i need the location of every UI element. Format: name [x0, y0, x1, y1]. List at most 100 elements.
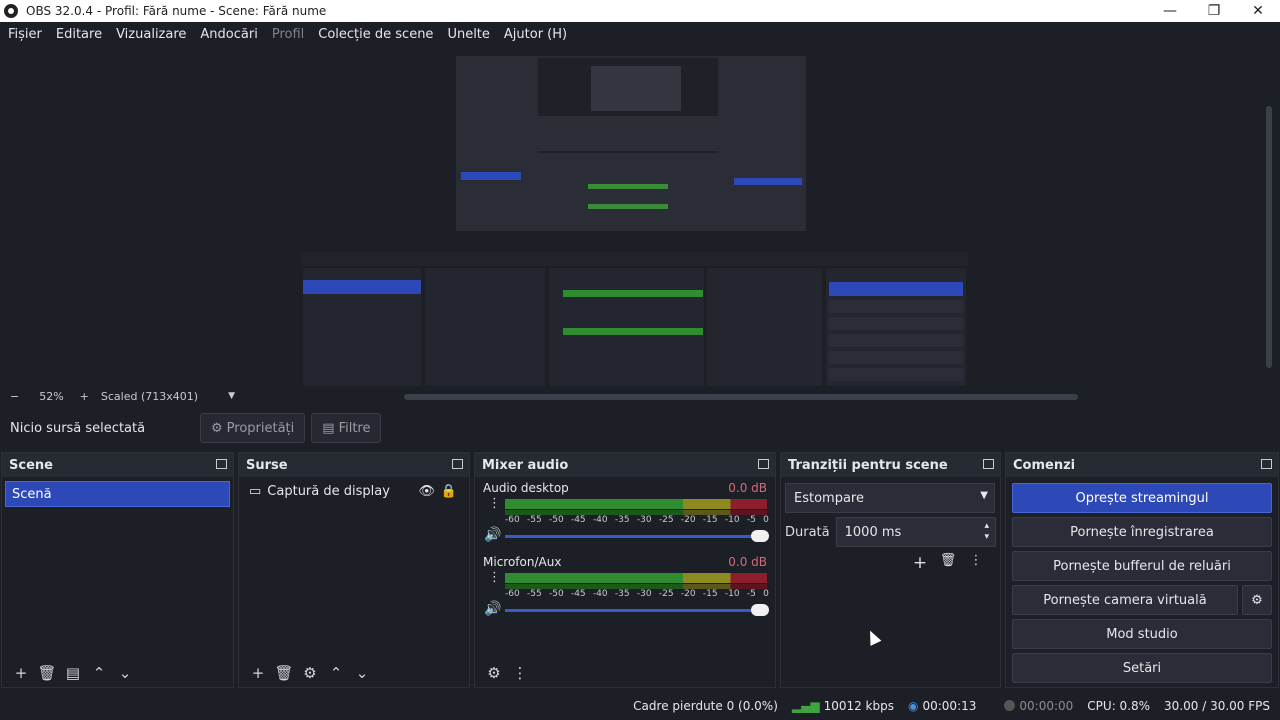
- menu-tools[interactable]: Unelte: [447, 27, 489, 42]
- undock-icon[interactable]: [216, 459, 227, 469]
- preview-canvas[interactable]: [301, 46, 968, 388]
- remove-source-icon[interactable]: 🗑: [271, 664, 297, 682]
- preview-horizontal-scrollbar[interactable]: [404, 394, 1078, 400]
- transition-menu-icon[interactable]: ⋮: [962, 553, 990, 573]
- virtual-camera-settings-button[interactable]: ⚙: [1242, 585, 1272, 615]
- menu-file[interactable]: Fișier: [8, 27, 42, 42]
- menu-docks[interactable]: Andocări: [200, 27, 257, 42]
- kebab-menu-icon[interactable]: ⋮: [488, 571, 501, 584]
- volume-slider[interactable]: [505, 604, 769, 616]
- undock-icon[interactable]: [983, 459, 994, 469]
- studio-mode-button[interactable]: Mod studio: [1012, 619, 1272, 649]
- zoom-in-button[interactable]: +: [80, 390, 89, 403]
- speaker-icon[interactable]: 🔊: [484, 601, 501, 617]
- chevron-down-icon: ▼: [980, 490, 988, 501]
- volume-slider[interactable]: [505, 530, 769, 542]
- signal-bars-icon: ▂▄▆: [791, 699, 820, 713]
- gear-icon: ⚙: [1251, 592, 1263, 608]
- scale-dropdown-icon[interactable]: ▼: [228, 391, 235, 401]
- source-item-label: Captură de display: [267, 483, 390, 499]
- status-bar: Cadre pierdute 0 (0.0%) ▂▄▆ 10012 kbps ◉…: [0, 692, 1280, 720]
- preview-vertical-scrollbar[interactable]: [1266, 106, 1272, 368]
- volume-meter: [505, 499, 767, 509]
- sources-dock-title: Surse: [246, 457, 288, 473]
- meter-ticks: -60 -55 -50 -45 -40 -35 -30 -25 -20 -15 -10 -5 0: [505, 589, 769, 599]
- duration-spinbox[interactable]: 1000 ms ▴ ▾: [835, 517, 996, 547]
- add-source-icon[interactable]: +: [245, 664, 271, 682]
- mixer-dock-title: Mixer audio: [482, 457, 569, 473]
- mouse-cursor: [864, 628, 882, 646]
- lock-icon[interactable]: 🔒: [441, 484, 457, 499]
- menu-profile[interactable]: Profil: [272, 27, 304, 42]
- mixer-channel: Audio desktop 0.0 dB ⋮ -60 -55 -50 -45 -40 -3…: [475, 477, 775, 551]
- mixer-menu-icon[interactable]: ⋮: [507, 664, 533, 682]
- recursive-preview-image: [301, 46, 968, 388]
- move-up-icon[interactable]: ⌃: [323, 664, 349, 682]
- volume-meter: [505, 573, 767, 583]
- scenes-dock-title: Scene: [9, 457, 53, 473]
- remove-scene-icon[interactable]: 🗑: [34, 664, 60, 682]
- channel-name: Microfon/Aux: [483, 555, 562, 569]
- zoom-value: 52%: [39, 389, 64, 403]
- source-properties-icon[interactable]: ⚙: [297, 664, 323, 682]
- filters-button[interactable]: ▤ Filtre: [311, 413, 382, 443]
- sources-list: ▭ Captură de display 👁 🔒: [239, 477, 469, 659]
- sources-dock-header: Surse: [239, 453, 469, 477]
- stop-streaming-button[interactable]: Oprește streamingul: [1012, 483, 1272, 513]
- filters-label: Filtre: [338, 420, 371, 436]
- menu-help[interactable]: Ajutor (H): [504, 27, 567, 42]
- settings-button[interactable]: Setări: [1012, 653, 1272, 683]
- controls-dock: Comenzi Oprește streamingul Pornește înr…: [1005, 452, 1279, 688]
- scene-item[interactable]: Scenă: [5, 481, 230, 507]
- transition-controls: Estompare ▼ Durată 1000 ms ▴ ▾ + 🗑 ⋮: [785, 483, 996, 573]
- obs-logo-icon: [4, 4, 18, 18]
- spin-arrows-icon[interactable]: ▴ ▾: [984, 521, 989, 543]
- menu-scene-collection[interactable]: Colecție de scene: [318, 27, 433, 42]
- remove-transition-icon[interactable]: 🗑: [934, 553, 962, 573]
- menu-edit[interactable]: Editare: [56, 27, 102, 42]
- maximize-button[interactable]: ❐: [1192, 0, 1236, 22]
- add-scene-icon[interactable]: +: [8, 664, 34, 682]
- source-item[interactable]: ▭ Captură de display 👁 🔒: [239, 477, 469, 505]
- scene-filters-icon[interactable]: ▤: [60, 664, 86, 682]
- duration-value: 1000 ms: [844, 524, 902, 540]
- transition-select[interactable]: Estompare ▼: [785, 483, 995, 513]
- start-replay-buffer-button[interactable]: Pornește bufferul de reluări: [1012, 551, 1272, 581]
- move-down-icon[interactable]: ⌄: [112, 664, 138, 682]
- volume-slider-handle[interactable]: [751, 530, 769, 542]
- record-status: 00:00:00: [990, 699, 1073, 713]
- undock-icon[interactable]: [1261, 459, 1272, 469]
- undock-icon[interactable]: [758, 459, 769, 469]
- mixer-channel: Microfon/Aux 0.0 dB ⋮ -60 -55 -50 -45 -40 -35…: [475, 551, 775, 625]
- properties-button[interactable]: ⚙ Proprietăți: [200, 413, 306, 443]
- advanced-audio-icon[interactable]: ⚙: [481, 664, 507, 682]
- eye-icon[interactable]: 👁: [418, 484, 435, 499]
- close-button[interactable]: ✕: [1236, 0, 1280, 22]
- add-transition-icon[interactable]: +: [906, 553, 934, 573]
- move-down-icon[interactable]: ⌄: [349, 664, 375, 682]
- transition-value: Estompare: [794, 490, 864, 506]
- meter-ticks: -60 -55 -50 -45 -40 -35 -30 -25 -20 -15 -10 -5 0: [505, 515, 769, 525]
- window-title: OBS 32.0.4 - Profil: Fără nume - Scene: …: [26, 4, 327, 18]
- undock-icon[interactable]: [452, 459, 463, 469]
- start-recording-button[interactable]: Pornește înregistrarea: [1012, 517, 1272, 547]
- transition-actions: + 🗑 ⋮: [785, 553, 996, 573]
- scale-label: Scaled (713x401): [100, 389, 199, 403]
- zoom-out-button[interactable]: −: [10, 390, 19, 403]
- move-up-icon[interactable]: ⌃: [86, 664, 112, 682]
- channel-db: 0.0 dB: [728, 555, 767, 569]
- kebab-menu-icon[interactable]: ⋮: [488, 497, 501, 510]
- menu-view[interactable]: Vizualizare: [116, 27, 186, 42]
- stream-time: 00:00:13: [922, 699, 977, 713]
- start-virtual-camera-button[interactable]: Pornește camera virtuală: [1012, 585, 1238, 615]
- minimize-button[interactable]: —: [1148, 0, 1192, 22]
- mixer-dock-header: Mixer audio: [475, 453, 775, 477]
- channel-db: 0.0 dB: [728, 481, 767, 495]
- volume-slider-handle[interactable]: [751, 604, 769, 616]
- streaming-icon: ◉: [908, 699, 919, 713]
- source-toolbar: Nicio sursă selectată ⚙ Proprietăți ▤ Fi…: [0, 404, 1280, 452]
- mixer-channels: Audio desktop 0.0 dB ⋮ -60 -55 -50 -45 -40 -3…: [475, 477, 775, 659]
- scenes-list: Scenă: [2, 477, 233, 659]
- fps: 30.00 / 30.00 FPS: [1164, 699, 1270, 713]
- speaker-icon[interactable]: 🔊: [484, 527, 501, 543]
